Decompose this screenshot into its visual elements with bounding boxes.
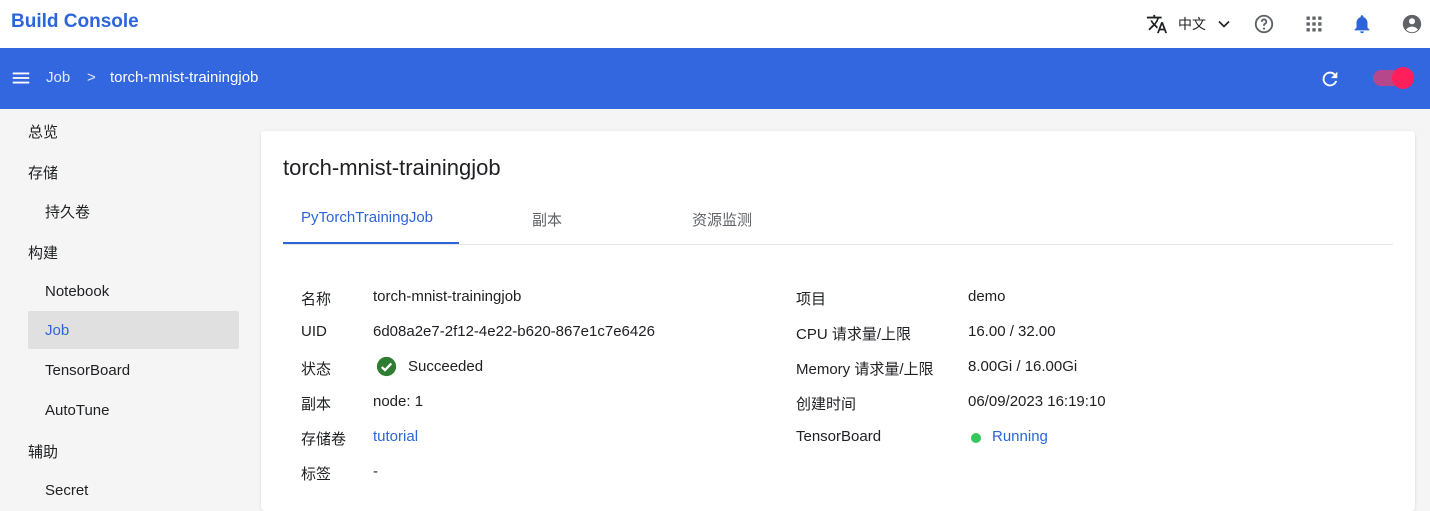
field-value-name: torch-mnist-trainingjob [373,288,522,305]
apps-grid-icon[interactable] [1302,12,1326,36]
sidebar-section-storage: 存储 [28,165,59,182]
sidebar-item-tensorboard[interactable]: TensorBoard [28,351,239,389]
app-title[interactable]: Build Console [11,11,139,33]
sidebar-section-helper: 辅助 [28,444,59,461]
page-title: torch-mnist-trainingjob [283,155,501,180]
sidebar-section-build: 构建 [28,245,59,262]
tab-divider [283,244,1393,245]
sidebar-item-job[interactable]: Job [28,311,239,349]
field-label-project: 项目 [796,291,827,308]
menu-icon[interactable] [10,66,32,95]
sidebar: 总览 存储 持久卷 构建 Notebook Job TensorBoard Au… [0,109,250,504]
field-value-status: Succeeded [408,358,484,375]
field-label-status: 状态 [301,361,332,378]
breadcrumb-current: torch-mnist-trainingjob [110,69,259,86]
tab-resource-monitor[interactable]: 资源监测 [692,209,752,245]
field-value-memory: 8.00Gi / 16.00Gi [968,358,1078,375]
tensorboard-running-link[interactable]: Running [992,428,1048,445]
field-label-name: 名称 [301,291,332,308]
field-value-created: 06/09/2023 16:19:10 [968,393,1106,410]
check-circle-icon [376,356,397,382]
tab-pytorchtrainingjob[interactable]: PyTorchTrainingJob [301,209,433,245]
running-status-dot [971,433,981,443]
tab-replicas[interactable]: 副本 [532,209,562,245]
translate-icon[interactable] [1145,12,1169,36]
account-icon[interactable] [1400,12,1424,36]
field-label-volume: 存储卷 [301,431,347,448]
field-label-replicas: 副本 [301,396,332,413]
volume-link[interactable]: tutorial [373,428,418,445]
refresh-icon[interactable] [1319,68,1341,95]
sidebar-item-pv[interactable]: 持久卷 [28,192,239,230]
field-label-tensorboard: TensorBoard [796,428,882,445]
field-label-cpu: CPU 请求量/上限 [796,326,912,343]
field-value-uid: 6d08a2e7-2f12-4e22-b620-867e1c7e6426 [373,323,655,340]
sidebar-item-notebook[interactable]: Notebook [28,272,239,310]
toggle-knob [1392,67,1414,89]
top-bar: Build Console 中文 [0,0,1430,48]
theme-toggle[interactable] [1373,67,1414,89]
field-value-project: demo [968,288,1006,305]
sidebar-item-secret[interactable]: Secret [28,471,239,509]
chevron-down-icon[interactable] [1212,12,1236,36]
sidebar-section-overview[interactable]: 总览 [28,121,58,142]
sidebar-item-autotune[interactable]: AutoTune [28,391,239,429]
breadcrumb-parent[interactable]: Job [46,69,70,86]
field-value-cpu: 16.00 / 32.00 [968,323,1056,340]
bell-icon[interactable] [1350,12,1374,36]
help-icon[interactable] [1252,12,1276,36]
field-label-memory: Memory 请求量/上限 [796,361,934,378]
app-bar: Job > torch-mnist-trainingjob [0,48,1430,109]
language-label[interactable]: 中文 [1178,14,1206,34]
field-value-tags: - [373,463,378,480]
field-label-tags: 标签 [301,466,332,483]
breadcrumb-separator: > [87,69,96,86]
field-label-created: 创建时间 [796,396,857,413]
field-value-replicas: node: 1 [373,393,424,410]
detail-card: torch-mnist-trainingjob PyTorchTrainingJ… [261,131,1415,511]
field-label-uid: UID [301,323,327,340]
